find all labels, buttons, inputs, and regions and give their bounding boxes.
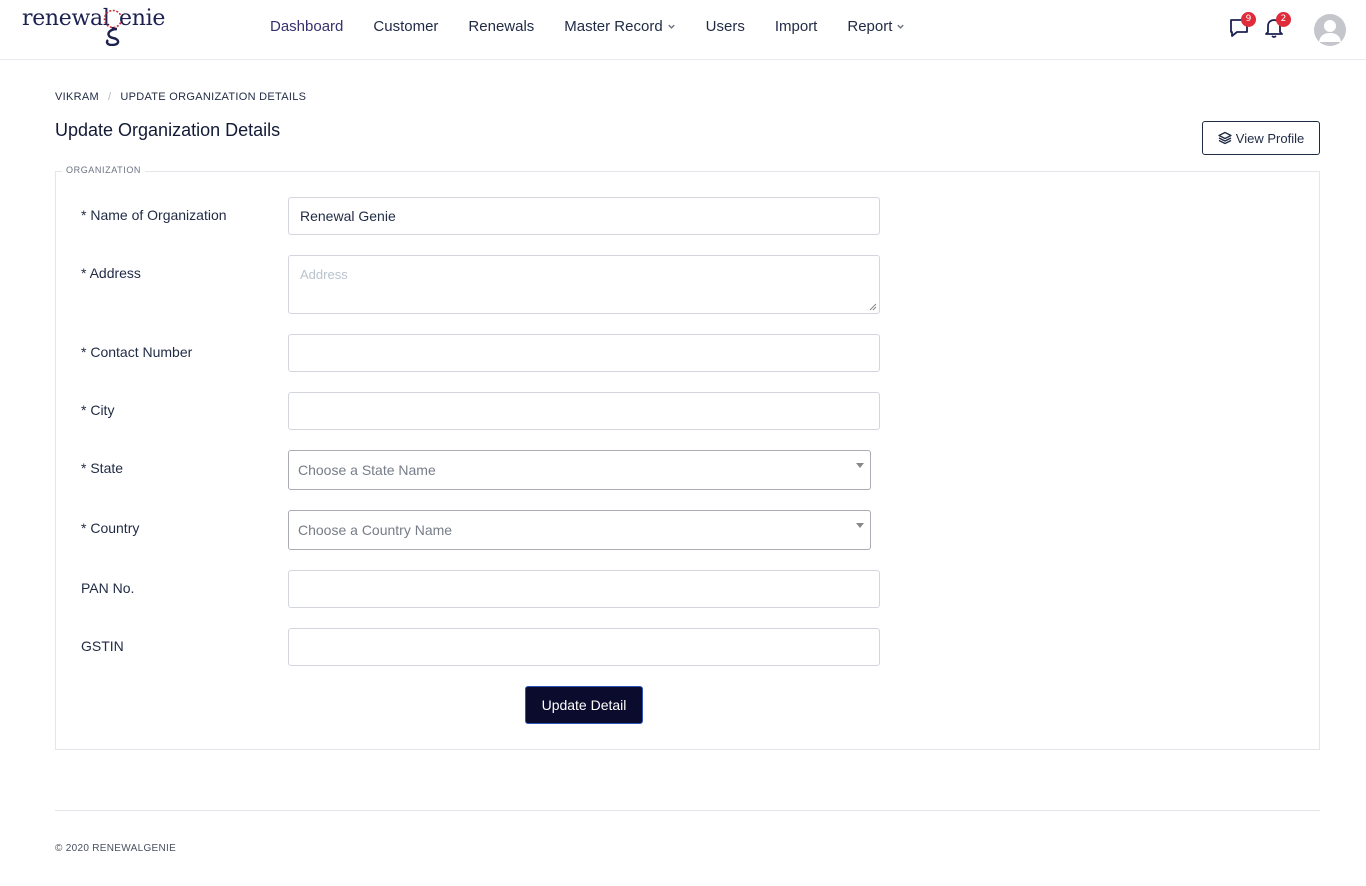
dropdown-caret-icon — [856, 523, 864, 528]
renewalgenie-logo[interactable]: renewal enie — [22, 4, 172, 50]
state-label: * State — [81, 460, 124, 476]
nav-item-master-record[interactable]: Master Record — [564, 18, 675, 35]
nav-item-dashboard[interactable]: Dashboard — [270, 18, 343, 35]
breadcrumb-item-current: UPDATE ORGANIZATION DETAILS — [120, 91, 307, 103]
notifications-badge: 2 — [1276, 12, 1291, 27]
footer-copyright: © 2020 RENEWALGENIE — [55, 843, 177, 854]
footer-divider — [55, 810, 1320, 811]
organization-name-input[interactable]: Renewal Genie — [288, 197, 880, 235]
nav-item-customer[interactable]: Customer — [373, 18, 438, 35]
organization-name-value: Renewal Genie — [300, 208, 396, 224]
contact-label: * Contact Number — [81, 344, 193, 360]
address-label: * Address — [81, 265, 141, 281]
city-input[interactable] — [288, 392, 880, 430]
page-title: Update Organization Details — [55, 120, 281, 140]
address-textarea[interactable]: Address — [288, 255, 880, 314]
nav-item-report[interactable]: Report — [847, 18, 905, 35]
nav-item-import[interactable]: Import — [775, 18, 818, 35]
resize-handle-icon[interactable] — [869, 303, 877, 311]
gstin-input[interactable] — [288, 628, 880, 666]
view-profile-label: View Profile — [1235, 130, 1305, 146]
address-placeholder: Address — [300, 267, 348, 282]
user-icon — [1319, 20, 1341, 42]
country-select[interactable]: Choose a Country Name — [288, 510, 871, 550]
contact-number-input[interactable] — [288, 334, 880, 372]
nav-label: Dashboard — [270, 18, 344, 35]
nav-item-users[interactable]: Users — [706, 18, 745, 35]
nav-label: Customer — [373, 18, 439, 35]
chevron-down-icon — [667, 24, 675, 29]
state-placeholder: Choose a State Name — [298, 462, 436, 478]
nav-label: Master Record — [564, 18, 663, 35]
user-avatar[interactable] — [1314, 14, 1346, 46]
logo-text-renewal: renewal — [22, 6, 110, 31]
notifications-button[interactable]: 2 — [1263, 12, 1291, 40]
update-detail-label: Update Detail — [541, 697, 627, 713]
pan-label: PAN No. — [81, 580, 135, 596]
dropdown-caret-icon — [856, 463, 864, 468]
top-header: renewal enie Dashboard Customer Renewals… — [0, 0, 1366, 60]
nav-label: Renewals — [468, 18, 535, 35]
organization-legend: ORGANIZATION — [62, 165, 146, 175]
main-nav: Dashboard Customer Renewals Master Recor… — [270, 18, 935, 35]
nav-label: Report — [847, 18, 893, 35]
update-detail-button[interactable]: Update Detail — [525, 686, 643, 724]
nav-label: Import — [774, 18, 818, 35]
chevron-down-icon — [897, 24, 905, 29]
messages-badge: 9 — [1241, 12, 1256, 27]
nav-label: Users — [705, 18, 745, 35]
country-placeholder: Choose a Country Name — [298, 522, 453, 538]
breadcrumb: VIKRAM / UPDATE ORGANIZATION DETAILS — [55, 91, 306, 103]
pan-number-input[interactable] — [288, 570, 880, 608]
nav-item-renewals[interactable]: Renewals — [468, 18, 534, 35]
city-label: * City — [81, 402, 115, 418]
messages-button[interactable]: 9 — [1228, 12, 1256, 40]
state-select[interactable]: Choose a State Name — [288, 450, 871, 490]
name-label: * Name of Organization — [81, 207, 227, 223]
gstin-label: GSTIN — [81, 638, 124, 654]
view-profile-button[interactable]: View Profile — [1202, 121, 1320, 155]
layers-icon — [1218, 131, 1232, 145]
country-label: * Country — [81, 520, 140, 536]
breadcrumb-item-vikram[interactable]: VIKRAM — [55, 91, 99, 103]
breadcrumb-separator: / — [107, 91, 112, 103]
logo-text-enie: enie — [119, 6, 166, 31]
